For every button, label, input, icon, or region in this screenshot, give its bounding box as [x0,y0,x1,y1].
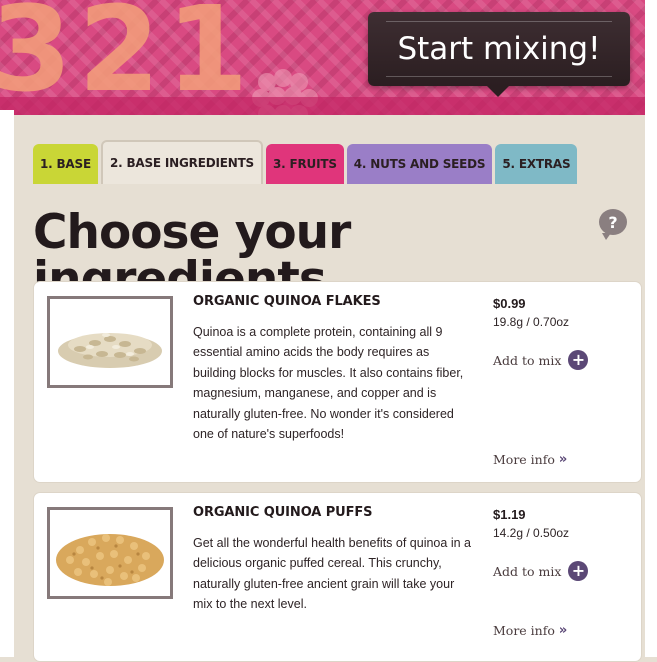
help-icon[interactable]: ? [599,209,627,240]
start-mixing-button[interactable]: Start mixing! [368,12,630,86]
add-to-mix-label: Add to mix [493,352,562,368]
product-description: Get all the wonderful health benefits of… [193,536,471,612]
tab-label: 2. BASE INGREDIENTS [109,156,254,170]
product-card: ORGANIC QUINOA FLAKES Quinoa is a comple… [33,281,642,483]
countdown-graphic: 321 [0,0,255,115]
double-chevron-right-icon: » [558,452,568,467]
quinoa-puffs-icon [50,510,170,596]
product-name: ORGANIC QUINOA PUFFS [193,505,373,520]
quinoa-flakes-image [47,296,173,388]
product-name: ORGANIC QUINOA FLAKES [193,294,381,309]
tab-label: 1. BASE [40,157,91,171]
more-info-link[interactable]: More info » [493,623,567,638]
product-price: $0.99 [493,296,526,311]
double-chevron-right-icon: » [558,623,568,638]
banner-bottom-band [0,97,657,115]
product-description: Quinoa is a complete protein, containing… [193,325,464,442]
tab-fruits[interactable]: 3. FRUITS [266,144,344,184]
tab-extras[interactable]: 5. EXTRAS [495,144,578,184]
quinoa-flakes-icon [50,299,170,385]
product-size: 19.8g / 0.70oz [493,315,570,329]
tab-base-ingredients[interactable]: 2. BASE INGREDIENTS [100,140,263,184]
step-tabs: 1. BASE 2. BASE INGREDIENTS 3. FRUITS 4.… [33,140,578,184]
tab-label: 4. NUTS AND SEEDS [353,157,486,171]
product-size: 14.2g / 0.50oz [493,526,570,540]
right-edge [645,0,657,657]
quinoa-puffs-image [47,507,173,599]
product-price: $1.19 [493,507,526,522]
more-info-label: More info [493,623,555,638]
start-button-pointer [487,86,509,97]
tab-nuts-and-seeds[interactable]: 4. NUTS AND SEEDS [346,144,493,184]
add-to-mix-button[interactable]: Add to mix + [493,561,589,581]
plus-icon[interactable]: + [568,561,589,581]
add-to-mix-button[interactable]: Add to mix + [493,350,589,370]
more-info-link[interactable]: More info » [493,452,567,467]
left-edge [0,110,14,657]
plus-icon[interactable]: + [568,350,589,370]
tab-base[interactable]: 1. BASE [33,144,98,184]
add-to-mix-label: Add to mix [493,563,562,579]
more-info-label: More info [493,452,555,467]
tab-label: 5. EXTRAS [502,157,571,171]
product-card: ORGANIC QUINOA PUFFS Get all the wonderf… [33,492,642,662]
tab-label: 3. FRUITS [273,157,337,171]
